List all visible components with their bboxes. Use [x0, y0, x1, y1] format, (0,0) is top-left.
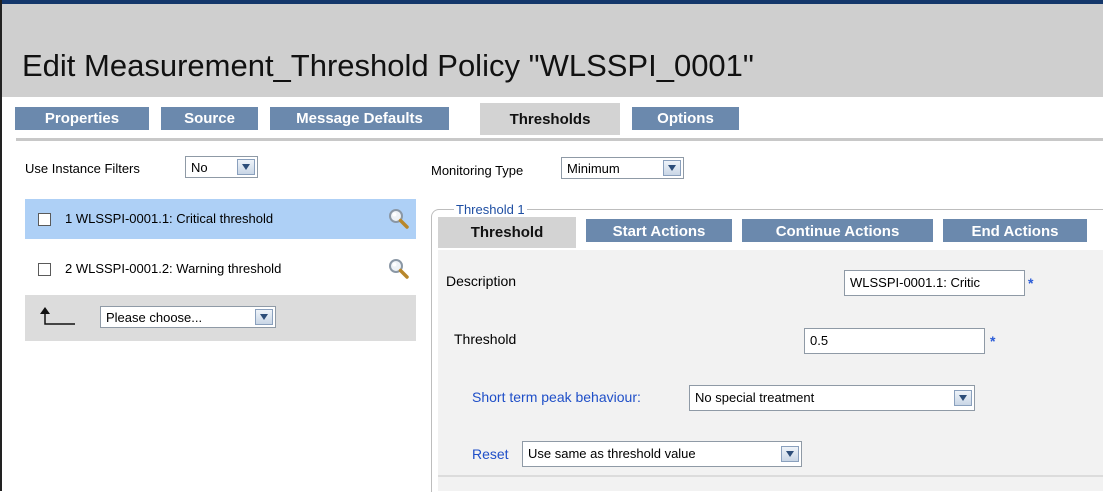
tab-continue-actions[interactable]: Continue Actions — [742, 219, 933, 242]
threshold-checkbox[interactable] — [38, 213, 51, 226]
tab-threshold[interactable]: Threshold — [438, 217, 576, 248]
threshold-item-label: 2 WLSSPI-0001.2: Warning threshold — [65, 261, 282, 276]
tab-bar-underline — [16, 138, 1103, 141]
tab-thresholds[interactable]: Thresholds — [480, 103, 620, 135]
required-marker: * — [990, 333, 996, 349]
threshold-list-item[interactable]: 2 WLSSPI-0001.2: Warning threshold — [25, 249, 416, 289]
chevron-down-icon — [954, 390, 972, 406]
tab-start-actions[interactable]: Start Actions — [586, 219, 732, 242]
bulk-action-row: Please choose... — [25, 295, 416, 341]
description-input[interactable]: WLSSPI-0001.1: Critic — [844, 270, 1025, 296]
page-title: Edit Measurement_Threshold Policy "WLSSP… — [22, 48, 754, 83]
threshold-legend: Threshold 1 — [454, 202, 527, 217]
monitoring-type-label: Monitoring Type — [431, 163, 524, 178]
instance-filters-select[interactable]: No — [185, 156, 258, 178]
panel-divider — [438, 475, 1103, 477]
tab-source[interactable]: Source — [161, 107, 258, 130]
threshold-label: Threshold — [454, 331, 517, 347]
short-term-peak-label: Short term peak behaviour: — [472, 389, 641, 405]
tab-end-actions[interactable]: End Actions — [943, 219, 1087, 242]
instance-filters-value: No — [191, 160, 208, 175]
reset-label: Reset — [472, 446, 509, 462]
magnifier-icon[interactable] — [387, 257, 411, 281]
short-term-peak-select[interactable]: No special treatment — [689, 385, 975, 411]
arrow-up-return-icon — [40, 307, 75, 325]
chevron-down-icon — [237, 159, 255, 175]
bulk-action-select[interactable]: Please choose... — [100, 306, 276, 328]
threshold-value-input[interactable]: 0.5 — [804, 328, 985, 354]
reset-value: Use same as threshold value — [528, 446, 696, 461]
chevron-down-icon — [781, 446, 799, 462]
description-label: Description — [446, 273, 517, 289]
monitoring-type-value: Minimum — [567, 161, 620, 176]
main-tab-bar: Properties Source Message Defaults Thres… — [2, 97, 1103, 140]
chevron-down-icon — [255, 309, 273, 325]
threshold-checkbox[interactable] — [38, 263, 51, 276]
threshold-list-item[interactable]: 1 WLSSPI-0001.1: Critical threshold — [25, 199, 416, 239]
page-header: Edit Measurement_Threshold Policy "WLSSP… — [2, 4, 1103, 97]
required-marker: * — [1028, 275, 1034, 291]
chevron-down-icon — [663, 160, 681, 176]
instance-filters-label: Use Instance Filters — [25, 161, 140, 176]
bulk-action-value: Please choose... — [106, 310, 203, 325]
tab-options[interactable]: Options — [632, 107, 739, 130]
threshold-item-label: 1 WLSSPI-0001.1: Critical threshold — [65, 211, 274, 226]
tab-properties[interactable]: Properties — [15, 107, 149, 130]
monitoring-type-select[interactable]: Minimum — [561, 157, 684, 179]
short-term-peak-value: No special treatment — [695, 390, 815, 405]
reset-select[interactable]: Use same as threshold value — [522, 441, 802, 467]
magnifier-icon[interactable] — [387, 207, 411, 231]
tab-message-defaults[interactable]: Message Defaults — [270, 107, 449, 130]
